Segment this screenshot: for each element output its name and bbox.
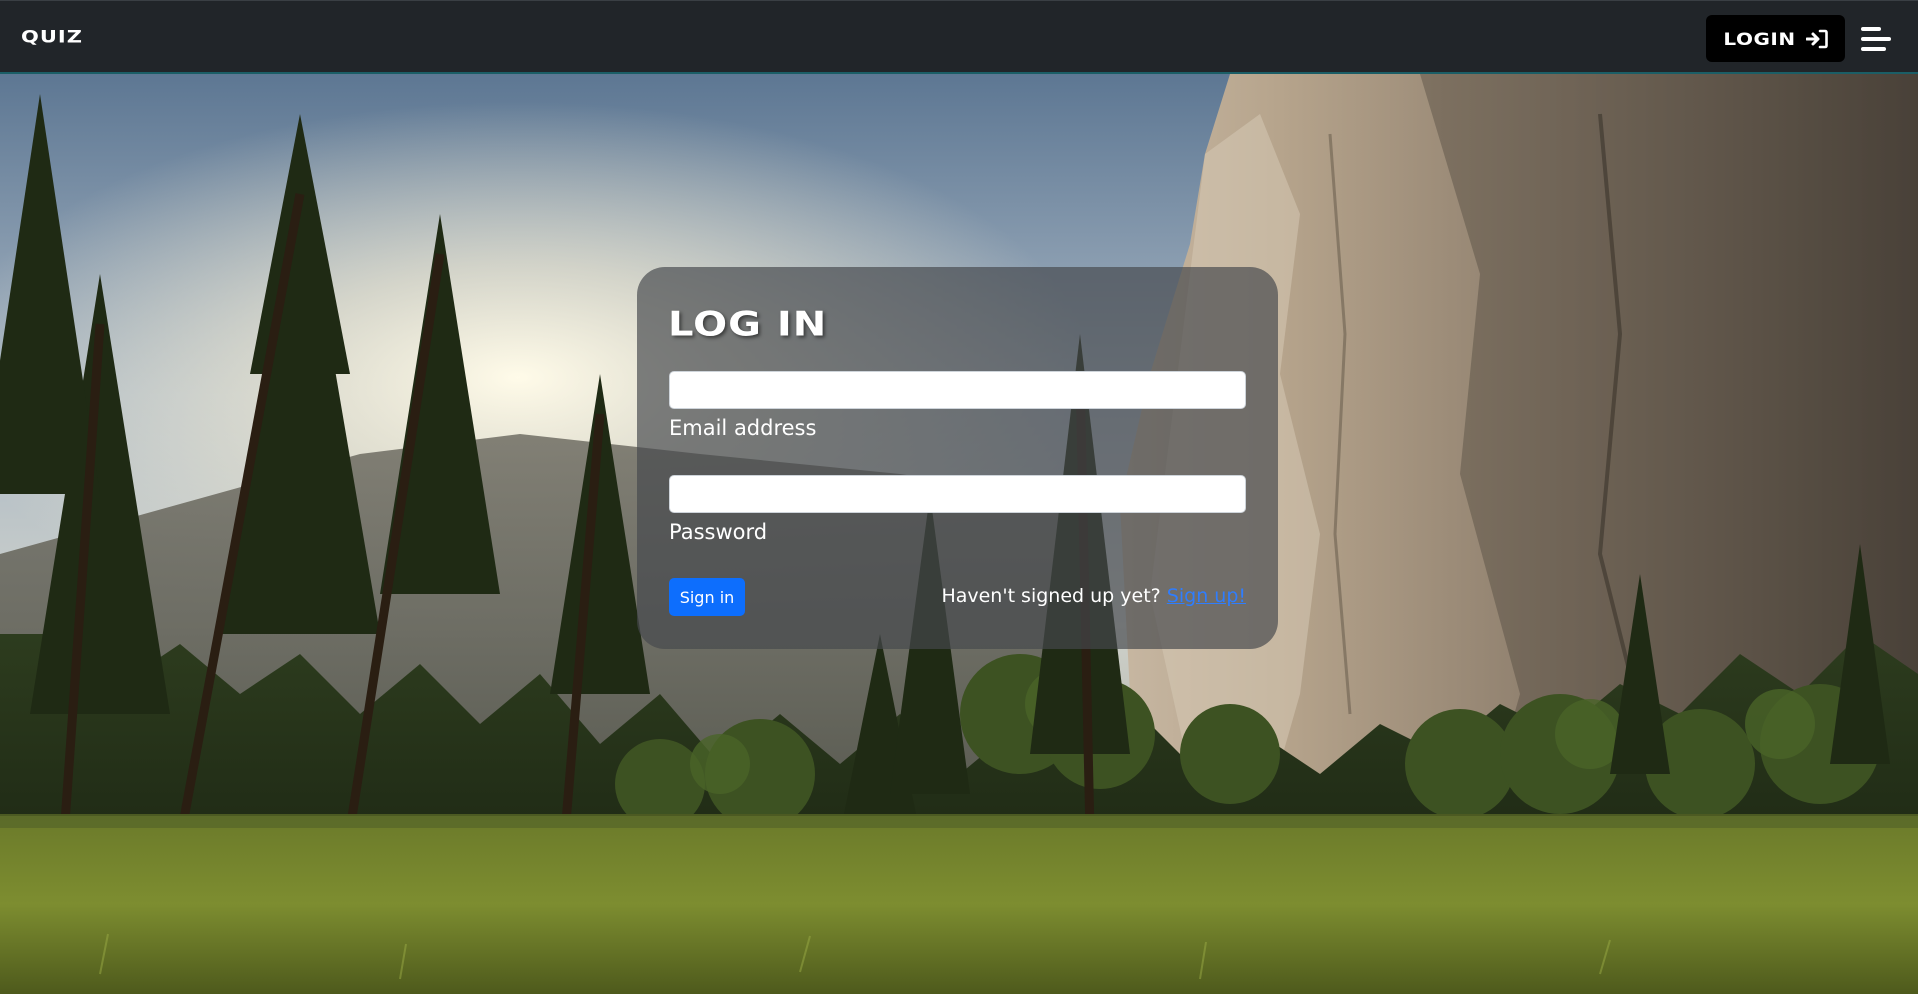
signup-prompt-row: Haven't signed up yet? Sign up! xyxy=(941,585,1246,607)
hamburger-menu-icon[interactable] xyxy=(1858,23,1898,55)
signup-prompt-text: Haven't signed up yet? xyxy=(941,585,1161,607)
brand-logo[interactable]: QUIZ xyxy=(21,27,83,47)
password-field[interactable] xyxy=(669,475,1246,513)
email-field[interactable] xyxy=(669,371,1246,409)
sign-in-arrow-icon xyxy=(1805,29,1828,48)
sign-in-button[interactable]: Sign in xyxy=(669,578,745,616)
login-card: LOG IN Email address Password Sign in Ha… xyxy=(637,267,1278,649)
top-navbar: QUIZ LOGIN xyxy=(0,0,1918,74)
nav-login-label: LOGIN xyxy=(1723,28,1796,49)
nav-login-button[interactable]: LOGIN xyxy=(1706,15,1845,62)
login-title: LOG IN xyxy=(668,305,828,345)
password-label: Password xyxy=(669,520,768,544)
email-label: Email address xyxy=(669,416,817,440)
sign-up-link[interactable]: Sign up! xyxy=(1167,585,1246,607)
